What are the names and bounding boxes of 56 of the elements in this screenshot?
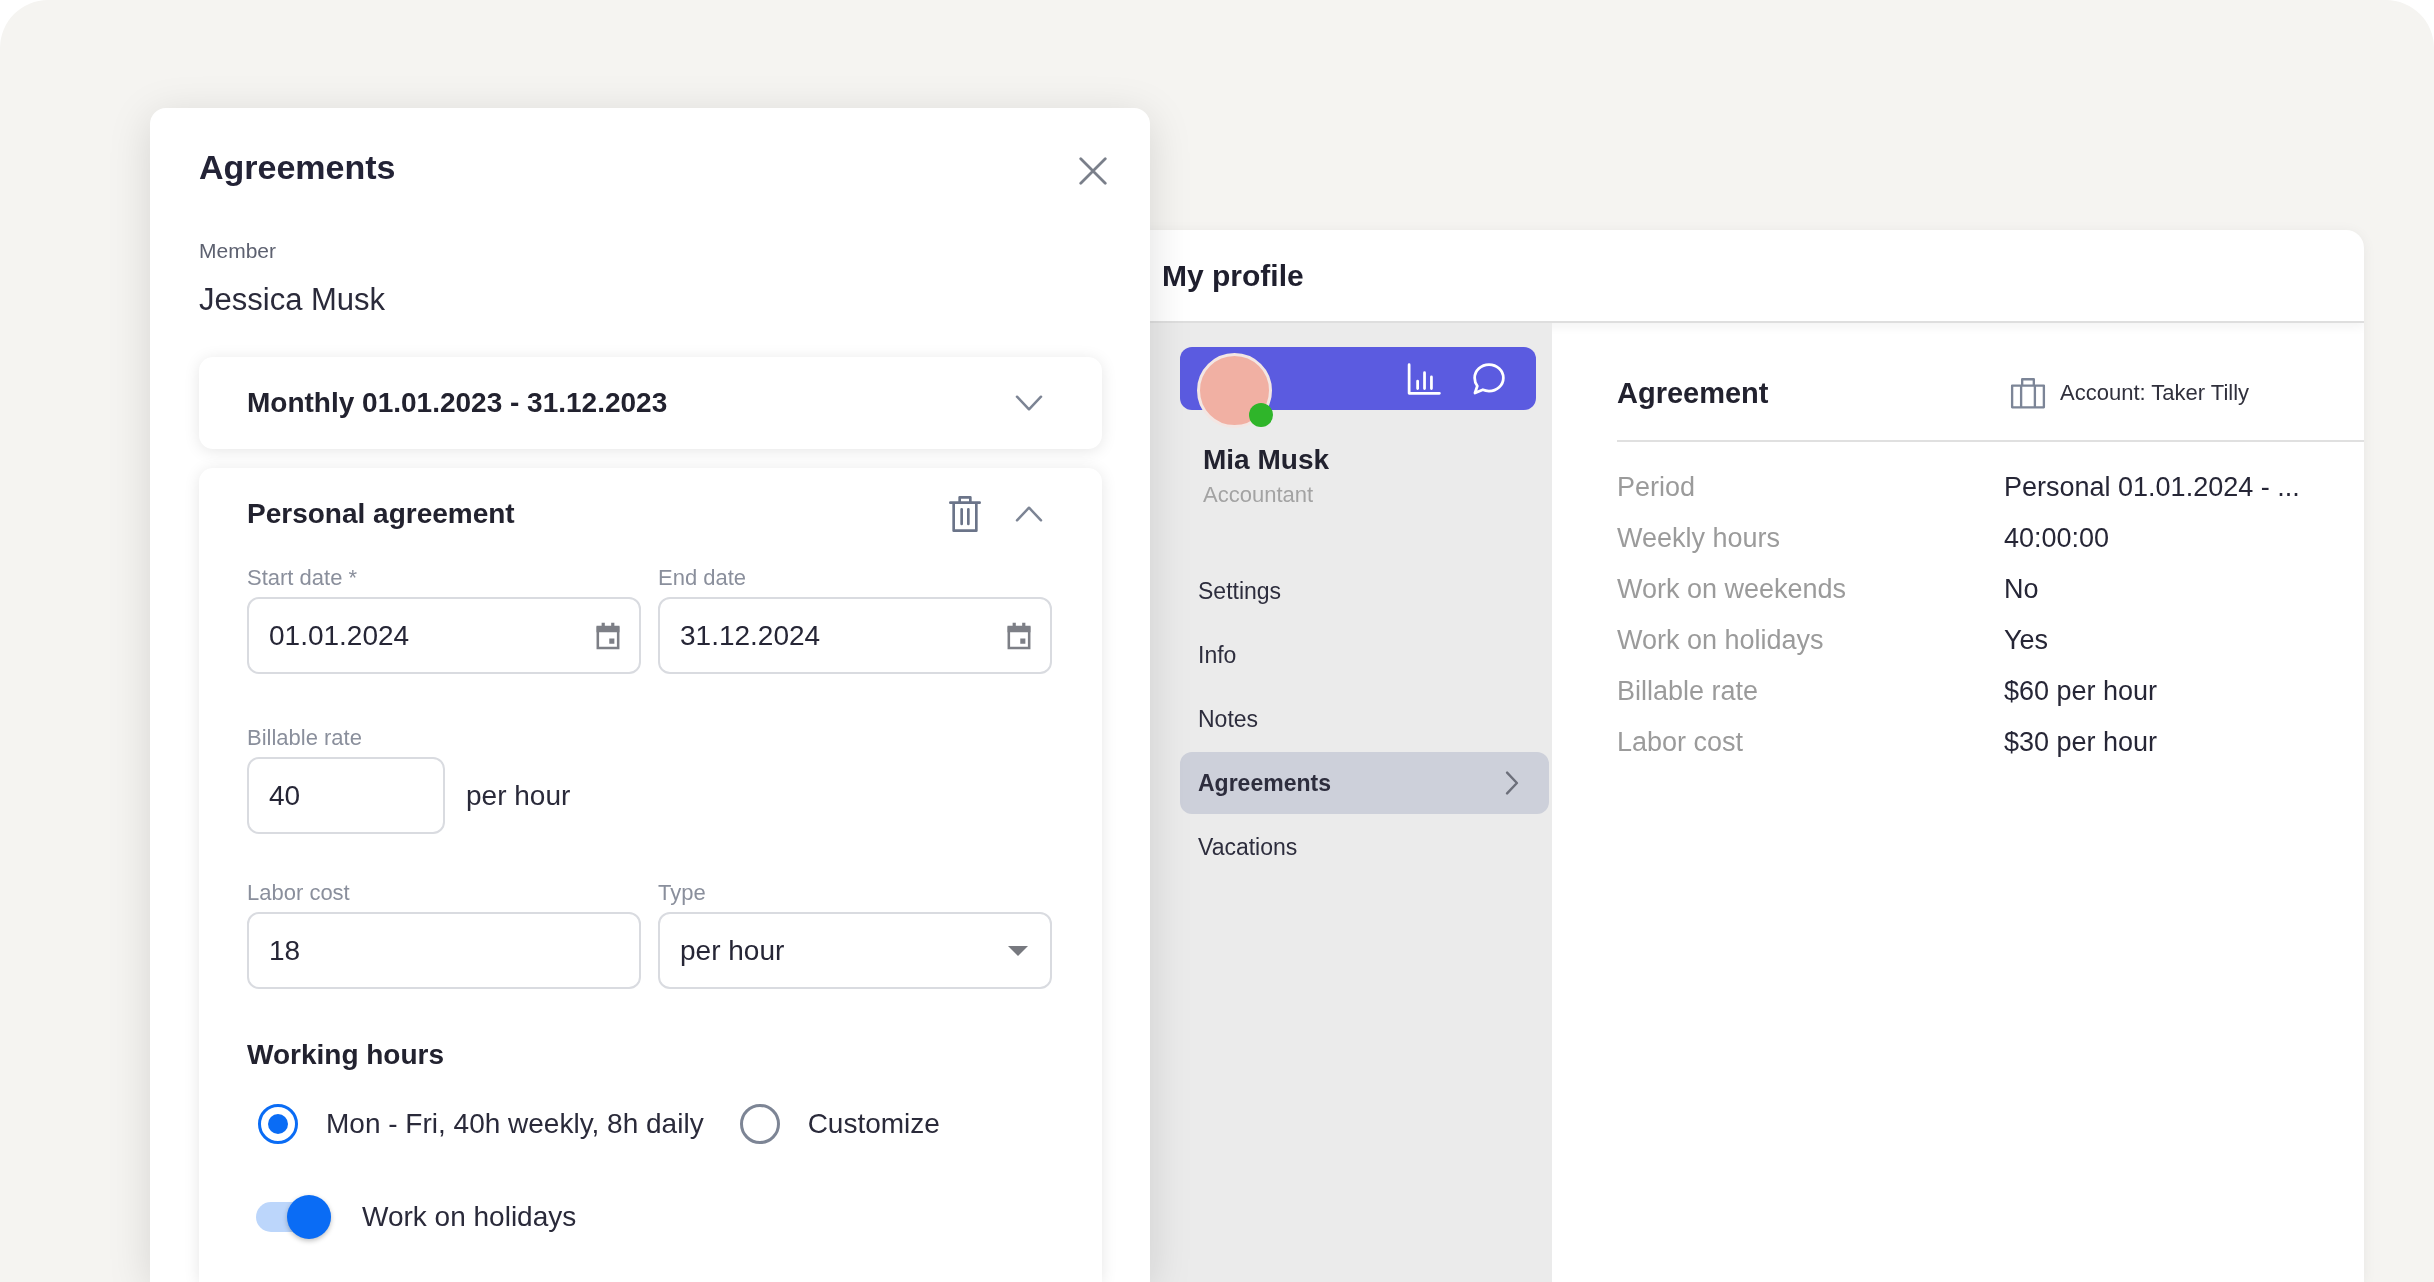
detail-value: $60 per hour xyxy=(2004,676,2159,707)
field-label: Type xyxy=(658,881,707,905)
radio-label[interactable]: Customize xyxy=(807,1108,940,1140)
nav-item[interactable]: Settings xyxy=(1180,560,1549,622)
field-label: Billable rate xyxy=(247,726,363,750)
unit-label: per hour xyxy=(466,779,571,812)
chevron-up-icon[interactable] xyxy=(1015,506,1043,522)
field-label: End date xyxy=(658,566,748,590)
type-dropdown[interactable]: per hour xyxy=(658,912,1052,989)
chat-bubble-icon[interactable] xyxy=(1472,361,1506,396)
member-name: Jessica Musk xyxy=(199,281,387,319)
radio-button[interactable] xyxy=(258,1104,298,1144)
detail-label: Weekly hours xyxy=(1617,523,1782,554)
window-title: My profile xyxy=(1162,258,1304,293)
calendar-icon xyxy=(595,621,621,650)
member-label: Member xyxy=(199,238,278,264)
agreement-title: Personal agreement xyxy=(247,498,515,530)
chevron-right-icon xyxy=(1505,771,1519,795)
calendar-icon xyxy=(1006,621,1032,650)
radio-label[interactable]: Mon - Fri, 40h weekly, 8h daily xyxy=(326,1108,704,1140)
user-name: Mia Musk xyxy=(1203,443,1331,477)
detail-value: $30 per hour xyxy=(2004,727,2159,758)
detail-label: Work on weekends xyxy=(1617,574,1848,605)
bar-chart-icon[interactable] xyxy=(1407,362,1441,395)
nav-item[interactable]: Agreements xyxy=(1180,752,1549,814)
rate-field[interactable]: 40 xyxy=(247,757,445,834)
detail-label: Work on holidays xyxy=(1617,625,1825,656)
section-heading: Working hours xyxy=(247,1038,446,1072)
account-label: Account: Taker Tilly xyxy=(2060,380,2250,406)
nav-item[interactable]: Info xyxy=(1180,624,1549,686)
date-field[interactable]: 31.12.2024 xyxy=(658,597,1052,674)
close-icon[interactable] xyxy=(1079,157,1107,185)
detail-value: No xyxy=(2004,574,2040,605)
agreement-title: Monthly 01.01.2023 - 31.12.2023 xyxy=(247,387,668,419)
detail-value: 40:00:00 xyxy=(2004,523,2111,554)
radio-button[interactable] xyxy=(739,1104,780,1144)
toggle-switch[interactable] xyxy=(256,1195,331,1239)
detail-value: Yes xyxy=(2004,625,2050,656)
user-role: Accountant xyxy=(1203,481,1315,509)
toggle-label: Work on holidays xyxy=(362,1201,577,1233)
trash-icon[interactable] xyxy=(949,495,981,533)
detail-label: Labor cost xyxy=(1617,727,1745,758)
nav-item[interactable]: Vacations xyxy=(1180,816,1549,878)
field-label: Labor cost xyxy=(247,881,351,905)
briefcase-icon xyxy=(2010,377,2046,409)
detail-label: Billable rate xyxy=(1617,676,1760,707)
caret-down-icon xyxy=(1008,945,1028,956)
detail-label: Period xyxy=(1617,472,1697,503)
chevron-down-icon[interactable] xyxy=(1015,395,1043,411)
detail-value: Personal 01.01.2024 - ... xyxy=(2004,472,2301,503)
section-title: Agreement xyxy=(1617,376,1770,411)
date-field[interactable]: 01.01.2024 xyxy=(247,597,641,674)
field-label: Start date * xyxy=(247,566,359,590)
dialog-title: Agreements xyxy=(199,147,396,188)
cost-field[interactable]: 18 xyxy=(247,912,641,989)
nav-item[interactable]: Notes xyxy=(1180,688,1549,750)
